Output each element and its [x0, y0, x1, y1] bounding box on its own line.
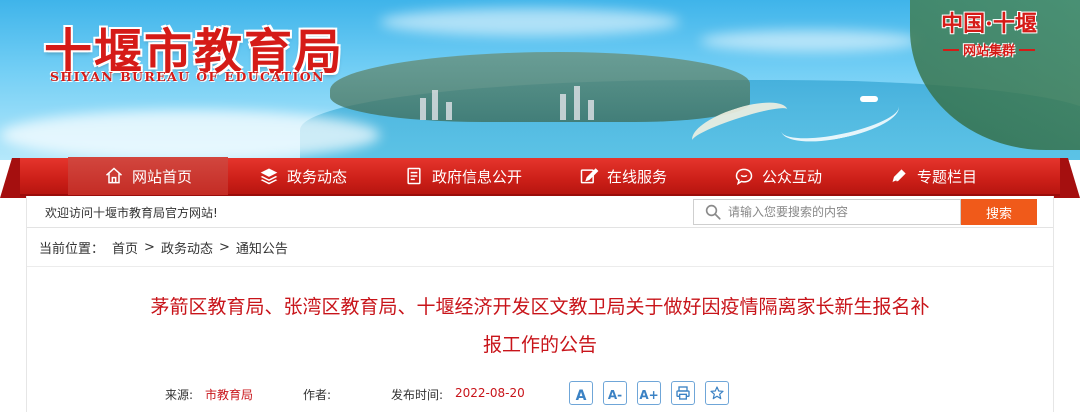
header-banner: 十堰市教育局 SHIYAN BUREAU OF EDUCATION 中国·十堰 … [0, 0, 1080, 160]
font-decrease-button[interactable]: A- [603, 381, 627, 405]
font-increase-icon: A+ [639, 388, 659, 402]
banner-cloud [700, 30, 920, 52]
group-logo-title: 中国·十堰 [941, 11, 1037, 37]
article-title-line: 茅箭区教育局、张湾区教育局、十堰经济开发区文教卫局关于做好因疫情隔离家长新生报名… [150, 296, 930, 318]
search-box [693, 199, 961, 225]
document-icon [407, 167, 421, 185]
author-label: 作者: [303, 388, 332, 402]
divider [942, 48, 959, 51]
site-group-logo[interactable]: 中国·十堰 网站集群 [924, 6, 1054, 59]
breadcrumb-news-link[interactable]: 政务动态 [161, 238, 213, 257]
nav-item-public-interaction[interactable]: 公众互动 [698, 157, 858, 195]
article-title: 茅箭区教育局、张湾区教育局、十堰经济开发区文教卫局关于做好因疫情隔离家长新生报名… [87, 288, 993, 364]
banner-building [588, 100, 594, 120]
star-icon [710, 386, 724, 400]
nav-item-info-disclosure[interactable]: 政府信息公开 [378, 157, 548, 195]
font-decrease-icon: A- [607, 388, 623, 402]
search-icon [705, 204, 721, 220]
print-button[interactable] [671, 381, 695, 405]
date-label: 发布时间: [391, 388, 444, 402]
nav-item-label: 政府信息公开 [431, 167, 522, 186]
banner-cloud [0, 110, 380, 160]
nav-item-label: 公众互动 [761, 167, 822, 186]
banner-building [446, 102, 452, 120]
edit-icon [580, 168, 599, 184]
divider [1019, 48, 1035, 51]
banner-building [574, 86, 580, 120]
welcome-message: 欢迎访问十堰市教育局官方网站! [45, 206, 218, 220]
nav-item-home[interactable]: 网站首页 [68, 157, 228, 195]
layers-icon [260, 168, 278, 185]
nav-item-label: 在线服务 [606, 167, 667, 186]
content-panel: 欢迎访问十堰市教育局官方网站! 搜索 当前位置： 首页 > 政务动态 > 通知公… [26, 196, 1054, 412]
banner-city [330, 52, 750, 122]
nav-item-news[interactable]: 政务动态 [228, 157, 378, 195]
banner-building [432, 90, 438, 120]
banner-cloud [380, 8, 680, 36]
favorite-button[interactable] [705, 381, 729, 405]
article-title-line: 报工作的公告 [482, 334, 597, 356]
breadcrumb-home-link[interactable]: 首页 [112, 238, 138, 257]
top-bar: 欢迎访问十堰市教育局官方网站! 搜索 [27, 196, 1053, 228]
main-nav: 网站首页 政务动态 政府信息公开 在线服务 公众互动 专题栏目 [20, 157, 1060, 196]
pen-icon [892, 169, 906, 184]
nav-item-online-services[interactable]: 在线服务 [548, 157, 698, 195]
banner-building [560, 94, 566, 120]
site-subtitle: SHIYAN BUREAU OF EDUCATION [50, 69, 325, 84]
nav-item-label: 专题栏目 [916, 167, 977, 186]
home-icon [105, 167, 122, 184]
divider [27, 266, 1053, 267]
nav-item-label: 政务动态 [286, 167, 347, 186]
breadcrumb-label: 当前位置： [39, 242, 105, 257]
font-normal-icon: A [575, 388, 587, 404]
main-nav-wrapper: 网站首页 政务动态 政府信息公开 在线服务 公众互动 专题栏目 [0, 157, 1080, 198]
group-logo-subtitle: 网站集群 [962, 44, 1015, 59]
nav-item-special-topics[interactable]: 专题栏目 [858, 157, 1008, 195]
font-increase-button[interactable]: A+ [637, 381, 661, 405]
print-icon [676, 386, 690, 400]
nav-item-label: 网站首页 [131, 167, 192, 186]
banner-boat [860, 96, 878, 102]
date-value: 2022-08-20 [455, 386, 525, 400]
source-label: 来源: [165, 388, 194, 402]
chat-icon [735, 168, 753, 186]
search-button[interactable]: 搜索 [961, 199, 1037, 225]
group-logo-subtitle-row: 网站集群 [924, 40, 1054, 59]
banner-building [420, 98, 426, 120]
breadcrumb-separator: > [218, 240, 230, 255]
breadcrumb-notice-link[interactable]: 通知公告 [236, 238, 288, 257]
search-input[interactable] [728, 205, 948, 219]
breadcrumb: 当前位置： 首页 > 政务动态 > 通知公告 [39, 238, 288, 257]
font-normal-button[interactable]: A [569, 381, 593, 405]
breadcrumb-separator: > [144, 240, 155, 255]
source-value: 市教育局 [205, 388, 254, 402]
article-meta: 来源: 市教育局 作者: 发布时间: 2022-08-20 A A- A+ [27, 380, 1053, 408]
